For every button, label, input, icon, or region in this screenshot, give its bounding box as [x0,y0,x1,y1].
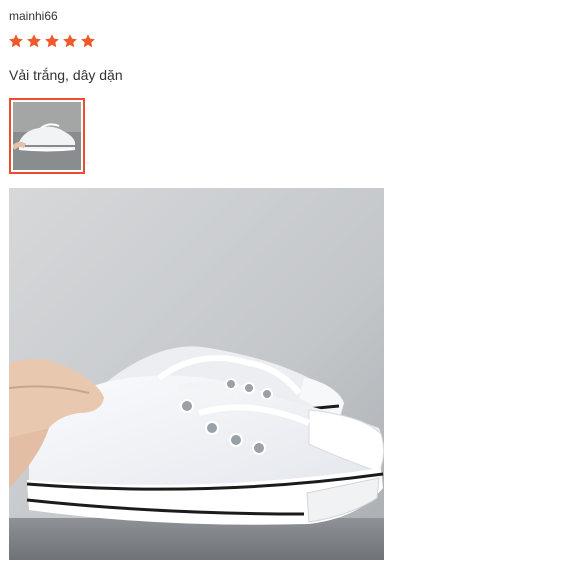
review-photo-thumbnail[interactable] [9,98,85,174]
star-icon [81,34,95,48]
shoe-thumbnail-image [13,102,81,170]
star-icon [9,34,23,48]
review-comment: Vải trắng, dây dặn [9,67,123,83]
product-review: mainhi66 Vải trắng, dây dặn [0,0,570,570]
star-icon [27,34,41,48]
rating-stars [8,33,96,49]
star-icon [63,34,77,48]
reviewer-username: mainhi66 [9,9,58,23]
review-photo-large [9,188,384,560]
white-canvas-sneaker-image [9,188,384,560]
star-icon [45,34,59,48]
